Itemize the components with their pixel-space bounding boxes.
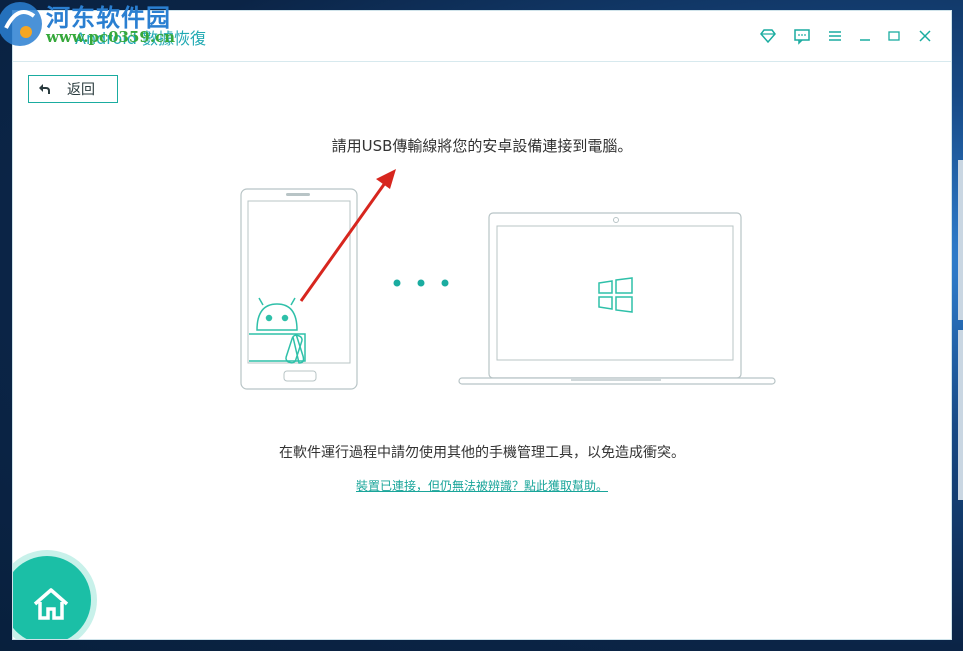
connection-illustration: [240, 169, 776, 390]
help-link[interactable]: 裝置已連接，但仍無法被辨識？點此獲取幫助。: [13, 477, 951, 494]
app-window: Android 數據恢復 返回 請用USB傳輸線將您的安卓設備連接到電腦。 在軟…: [12, 10, 952, 640]
connection-dots: [393, 279, 449, 287]
watermark-logo: [0, 2, 42, 46]
laptop-illustration: [458, 212, 776, 385]
watermark-url: www.pc0359.cn: [46, 28, 176, 46]
home-icon: [33, 588, 69, 620]
conflict-warning: 在軟件運行過程中請勿使用其他的手機管理工具，以免造成衝突。: [279, 445, 685, 461]
desktop-window-edge: [958, 160, 963, 320]
phone-illustration: [240, 188, 358, 390]
home-button[interactable]: [13, 556, 91, 639]
desktop-window-edge: [958, 330, 963, 500]
